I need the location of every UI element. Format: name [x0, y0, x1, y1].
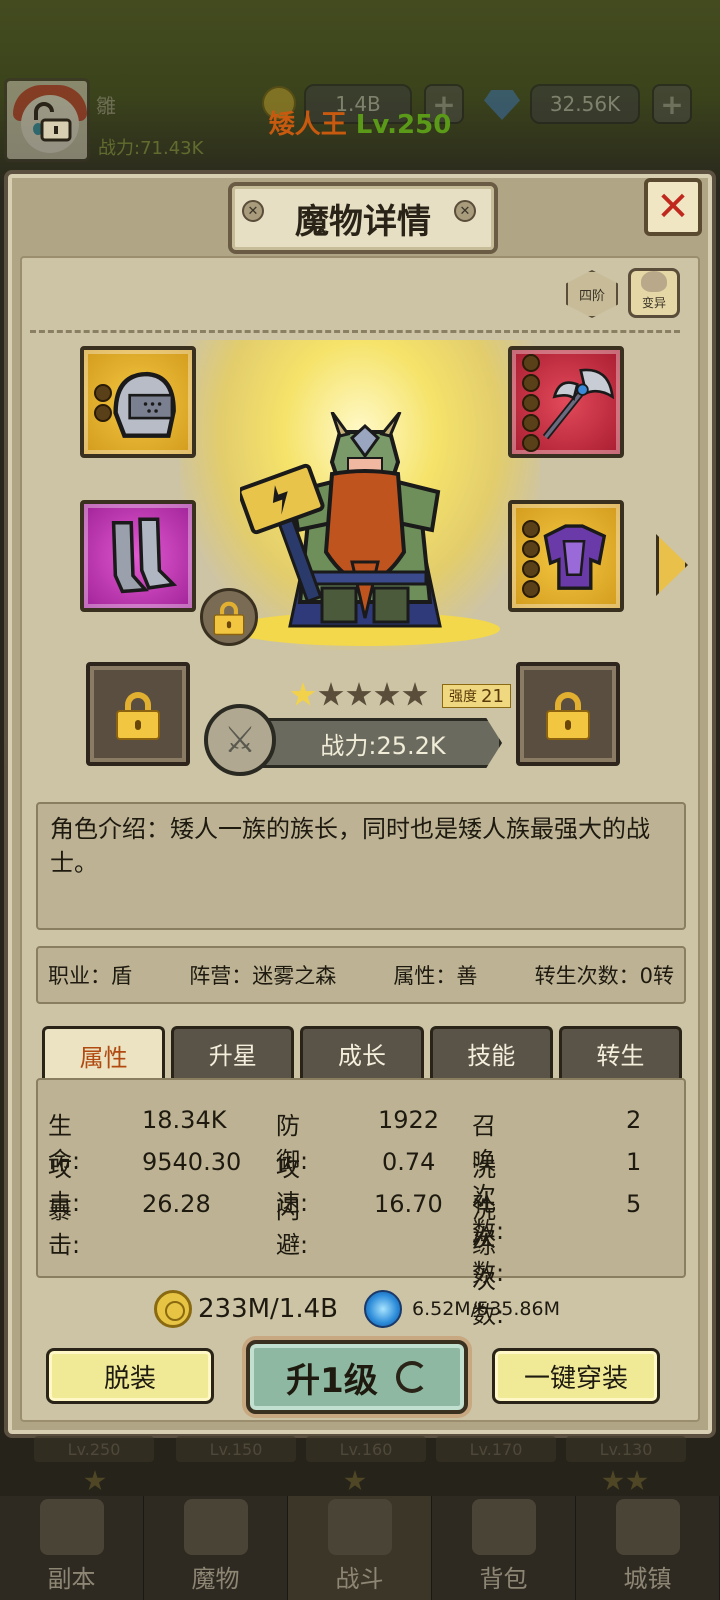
level-up-button[interactable]: 升1级	[246, 1340, 468, 1414]
stats-panel: 生命: 18.34K 防御: 1922 召唤次数: 2 攻击: 9540.30 攻速: 0…	[36, 1078, 686, 1329]
tab-growth[interactable]: 成长	[300, 1026, 424, 1078]
team-level-chip: Lv.160	[306, 1436, 426, 1462]
refresh-icon	[395, 1361, 428, 1393]
star-icon	[626, 1470, 648, 1491]
character-description: 角色介绍：矮人一族的族长，同时也是矮人族最强大的战士。	[36, 802, 686, 930]
iron-boots-icon	[111, 517, 178, 594]
nav-battle[interactable]: 战斗	[288, 1496, 432, 1600]
star-icon	[374, 682, 400, 706]
strength-badge: 强度 21	[442, 684, 511, 708]
mutate-button[interactable]: 变异	[628, 268, 680, 318]
upgrade-cost-row: 233M/1.4B 6.52M/535.86M	[150, 1290, 570, 1330]
character-info-row: 职业：盾 阵营：迷雾之森 属性：善 转生次数：0转	[36, 946, 686, 1004]
team-level-chip: Lv.130	[566, 1436, 686, 1462]
camp-label: 阵营：迷雾之森	[189, 964, 337, 988]
mutate-label: 变异	[641, 296, 666, 310]
crossed-swords-icon: ⚔	[204, 704, 276, 776]
star-rating	[290, 682, 428, 708]
star-icon	[346, 682, 372, 706]
backpack-icon	[471, 1499, 536, 1555]
gold-cost: 233M/1.4B	[198, 1294, 339, 1324]
rivet-icon: ✕	[454, 200, 476, 222]
tab-attributes[interactable]: 属性	[42, 1026, 166, 1082]
nav-monsters[interactable]: 魔物	[144, 1496, 288, 1600]
tab-rebirth[interactable]: 转生	[558, 1026, 683, 1078]
gold-coin-icon	[154, 1290, 192, 1328]
star-icon	[84, 1470, 106, 1491]
bottom-nav: 副本 魔物 战斗 背包 城镇	[0, 1496, 720, 1600]
tab-star-up[interactable]: 升星	[171, 1026, 295, 1078]
skill-lock-button[interactable]	[200, 588, 258, 646]
team-level-chip: Lv.150	[176, 1436, 296, 1462]
map-icon	[39, 1499, 104, 1555]
equip-all-button[interactable]: 一键穿装	[492, 1348, 660, 1404]
power-value: 战力:25.2K	[320, 731, 446, 760]
tab-skills[interactable]: 技能	[429, 1026, 553, 1078]
power-bar: 战力:25.2K	[240, 718, 502, 768]
monster-name: 矮人王	[268, 110, 347, 140]
divider	[30, 330, 680, 333]
rivet-icon: ✕	[242, 200, 264, 222]
star-icon	[318, 682, 344, 706]
knight-helmet-icon	[113, 371, 176, 438]
battle-axe-icon	[542, 368, 615, 440]
close-button[interactable]: ✕	[644, 178, 702, 236]
team-level-chip: Lv.170	[436, 1436, 556, 1462]
dwarf-king-character	[240, 412, 442, 628]
nav-bag[interactable]: 背包	[432, 1496, 576, 1600]
padlock-icon	[546, 692, 590, 740]
attribute-label: 属性：善	[393, 964, 478, 988]
exp-orb-icon	[364, 1290, 402, 1328]
rebirth-label: 转生次数：0转	[534, 964, 674, 988]
nav-town[interactable]: 城镇	[576, 1496, 720, 1600]
crossed-swords-icon	[327, 1499, 392, 1555]
unequip-button[interactable]: 脱装	[46, 1348, 214, 1404]
star-icon	[402, 682, 428, 706]
detail-tabs: 属性 升星 成长 技能 转生	[42, 1026, 683, 1082]
nav-dungeon[interactable]: 副本	[0, 1496, 144, 1600]
strength-label: 强度	[449, 689, 477, 705]
padlock-icon	[116, 692, 160, 740]
equip-slot-armor[interactable]	[508, 500, 624, 612]
orb-cost: 6.52M/535.86M	[412, 1298, 560, 1320]
equip-slot-boots[interactable]	[80, 500, 196, 612]
equip-slot-weapon[interactable]	[508, 346, 624, 458]
team-level-chip: Lv.250	[34, 1436, 154, 1462]
star-icon	[602, 1470, 624, 1491]
monster-icon	[183, 1499, 248, 1555]
star-icon	[344, 1470, 366, 1491]
team-strip: Lv.250 Lv.150 Lv.160 Lv.170 Lv.130	[0, 1436, 720, 1496]
strength-value: 21	[481, 685, 504, 707]
job-label: 职业：盾	[48, 964, 132, 988]
locked-slot-left[interactable]	[86, 662, 190, 766]
monster-level: Lv.250	[355, 110, 452, 140]
monster-name-level: 矮人王 Lv.250	[0, 104, 720, 141]
skull-icon	[641, 271, 667, 292]
shop-icon	[615, 1499, 680, 1555]
padlock-icon	[213, 601, 245, 636]
star-icon	[290, 682, 316, 706]
equip-slot-helmet[interactable]	[80, 346, 196, 458]
purple-armor-icon	[543, 524, 607, 590]
locked-slot-right[interactable]	[516, 662, 620, 766]
